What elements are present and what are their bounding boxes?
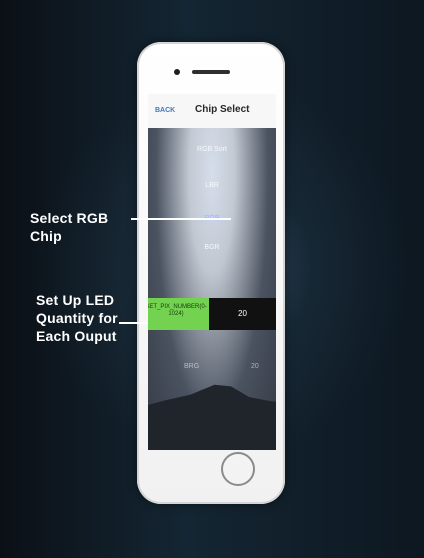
pixel-number-label: SET_PIX_NUMBER(0-1024) <box>148 298 209 330</box>
home-button[interactable] <box>221 452 255 486</box>
chip-option-lbr[interactable]: LBR <box>194 182 230 189</box>
promo-stage: BACK Chip Select RGB Sort LBR RGB BGR SE… <box>0 0 424 558</box>
select-rgb-chip-leader-line <box>131 218 231 220</box>
led-quantity-leader-line <box>119 322 147 324</box>
rgb-sort-heading: RGB Sort <box>197 146 227 153</box>
chip-select-screen: BACK Chip Select RGB Sort LBR RGB BGR SE… <box>148 94 276 450</box>
lower-chip-order: BRG <box>184 363 200 370</box>
chip-option-bgr[interactable]: BGR <box>196 244 228 251</box>
pixel-number-input[interactable]: 20 <box>209 298 276 330</box>
camera-icon <box>174 69 180 75</box>
phone-device: BACK Chip Select RGB Sort LBR RGB BGR SE… <box>137 42 285 504</box>
select-rgb-chip-callout: Select RGB Chip <box>30 210 109 244</box>
navigation-bar: BACK Chip Select <box>148 94 276 128</box>
mountain-background <box>148 384 276 450</box>
page-title: Chip Select <box>195 104 250 115</box>
lower-quantity: 20 <box>251 363 259 370</box>
led-quantity-callout: Set Up LED Quantity for Each Ouput <box>36 292 118 344</box>
back-button[interactable]: BACK <box>155 107 175 114</box>
speaker-slot <box>192 70 230 74</box>
